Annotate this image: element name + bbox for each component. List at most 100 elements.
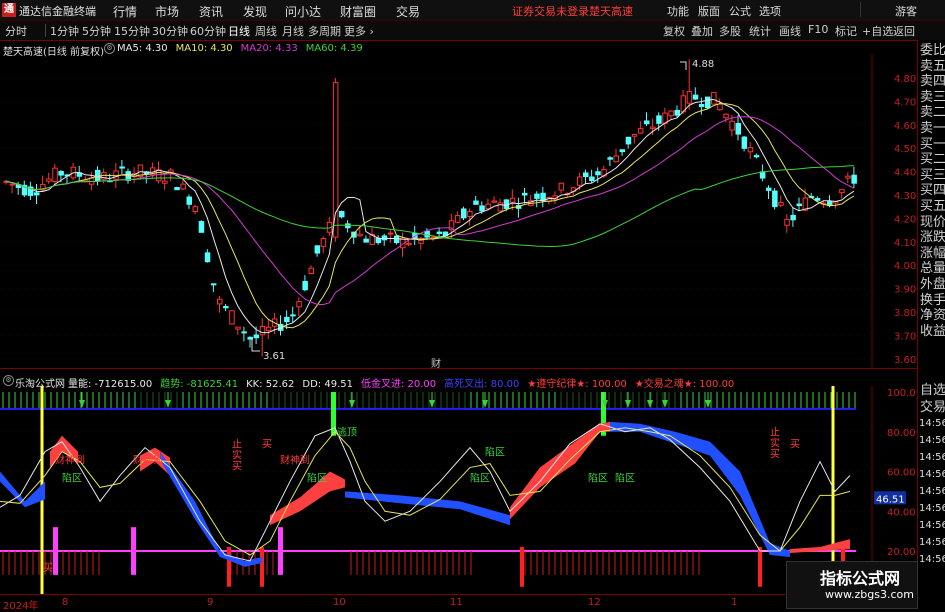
candle-body — [192, 206, 199, 213]
btn-f10[interactable]: F10 — [808, 23, 828, 36]
quote-field-1[interactable]: 卖五 — [920, 59, 945, 74]
quote-field-0[interactable]: 委比 — [920, 43, 945, 58]
candle-body — [345, 223, 351, 229]
period-toolbar: 分时 1分钟 5分钟 15分钟 30分钟 60分钟 日线 周线 月线 多周期 更… — [0, 21, 945, 41]
price-tick-label: 4.40 — [894, 168, 916, 179]
candle-body — [534, 193, 540, 199]
candle-body — [217, 298, 223, 305]
quote-field-12[interactable]: 涨跌 — [920, 230, 945, 245]
ma-values: MA5: 4.30 MA10: 4.30 MA20: 4.33 MA60: 4.39 — [117, 43, 371, 54]
menu-gongshi[interactable]: 公式 — [729, 3, 751, 19]
price-tick-label: 3.60 — [894, 355, 916, 366]
indicator-tick-label: 100.0 — [887, 388, 916, 399]
candle-body — [406, 242, 412, 246]
quote-field-13[interactable]: 涨幅 — [920, 246, 945, 261]
quote-field-6[interactable]: 买一 — [920, 137, 945, 152]
login-warning[interactable]: 证券交易未登录 — [512, 3, 589, 19]
btn-huaxian[interactable]: 画线 — [779, 23, 801, 39]
candle-body — [637, 128, 644, 134]
period-fenshi[interactable]: 分时 — [5, 23, 27, 39]
candle-body — [784, 218, 790, 226]
separator — [45, 24, 46, 37]
period-1min[interactable]: 1分钟 — [50, 23, 79, 39]
quote-field-3[interactable]: 卖三 — [920, 90, 945, 105]
quote-field-9[interactable]: 买四 — [920, 183, 945, 198]
candle-body — [259, 325, 266, 336]
quote-field-17[interactable]: 净资 — [920, 308, 945, 323]
quote-field-15[interactable]: 外盘 — [920, 277, 945, 292]
candle-body — [698, 103, 705, 107]
settings-gear-icon[interactable]: ⚙ — [104, 43, 115, 54]
app-logo: 通 — [2, 3, 16, 17]
quote-field-2[interactable]: 卖四 — [920, 74, 945, 89]
period-multi[interactable]: 多周期 — [308, 23, 341, 39]
indicator-annotation: 陷区 — [485, 446, 505, 459]
candle-body — [631, 133, 638, 137]
btn-duogu[interactable]: 多股 — [719, 23, 741, 39]
side-tab-1[interactable]: 交易 — [920, 400, 945, 415]
candle-body — [497, 202, 504, 212]
period-more[interactable]: 更多 › — [344, 23, 374, 39]
indicator-chart[interactable]: 100.080.0060.0040.0020.0046.51财神到 财神到 财神到陷… — [0, 386, 917, 594]
settings-gear-icon[interactable]: ⚙ — [3, 375, 14, 386]
menu-shichang[interactable]: 市场 — [155, 3, 179, 20]
indicator-annotation: 财神到 — [280, 454, 310, 467]
menu-hangqing[interactable]: 行情 — [113, 3, 137, 20]
period-monthly[interactable]: 月线 — [282, 23, 304, 39]
period-daily[interactable]: 日线 — [228, 23, 250, 39]
quote-field-4[interactable]: 卖二 — [920, 105, 945, 120]
candle-body — [485, 203, 491, 210]
btn-add-watchlist[interactable]: +自选 — [862, 23, 893, 39]
candlestick-chart[interactable]: 4.80 4.70 4.60 4.50 4.40 4.30 4.20 4.10 4.00 3.90… — [0, 54, 917, 368]
candle-body — [668, 110, 674, 117]
period-weekly[interactable]: 周线 — [255, 23, 277, 39]
candle-body — [95, 169, 101, 182]
period-30min[interactable]: 30分钟 — [152, 23, 188, 39]
indicator-annotation: 财神到 — [55, 454, 85, 467]
quote-field-11[interactable]: 现价 — [920, 215, 945, 230]
low-label: 3.61 — [263, 351, 285, 362]
quote-field-7[interactable]: 买二 — [920, 152, 945, 167]
candle-body — [290, 314, 296, 317]
candle-body — [772, 190, 778, 208]
quote-field-14[interactable]: 总量 — [920, 261, 945, 276]
vertical-signal-label: 止 — [232, 439, 242, 451]
btn-fuquan[interactable]: 复权 — [663, 23, 685, 39]
btn-diejia[interactable]: 叠加 — [691, 23, 713, 39]
quote-field-5[interactable]: 卖一 — [920, 121, 945, 136]
menu-zixun[interactable]: 资讯 — [199, 3, 223, 20]
candle-body — [58, 171, 64, 176]
price-tick-label: 4.50 — [894, 144, 916, 155]
candle-body — [467, 211, 473, 217]
user-label[interactable]: 游客 — [895, 3, 917, 19]
candle-body — [845, 175, 851, 179]
quote-field-8[interactable]: 买三 — [920, 168, 945, 183]
time-label-nov: 11 — [450, 597, 463, 608]
magenta-signal-bar — [53, 527, 58, 575]
candle-body — [162, 180, 168, 184]
btn-tongji[interactable]: 统计 — [749, 23, 771, 39]
quote-field-10[interactable]: 买五 — [920, 199, 945, 214]
menu-wenxiaoda[interactable]: 问小达 — [285, 3, 321, 20]
candle-body — [180, 183, 186, 190]
quote-field-16[interactable]: 换手 — [920, 293, 945, 308]
menu-caifuquan[interactable]: 财富圈 — [340, 3, 376, 20]
time-label-year: 2024年 — [3, 601, 39, 612]
menu-faxian[interactable]: 发现 — [243, 3, 267, 20]
menu-jiaoyi[interactable]: 交易 — [396, 3, 420, 20]
candle-body — [839, 189, 845, 194]
menu-banmian[interactable]: 版面 — [698, 3, 720, 19]
period-5min[interactable]: 5分钟 — [82, 23, 111, 39]
quote-field-18[interactable]: 收益 — [920, 324, 945, 339]
candle-body — [436, 231, 443, 234]
candle-body — [296, 301, 302, 308]
menu-gongneng[interactable]: 功能 — [667, 3, 689, 19]
menu-xuanxiang[interactable]: 选项 — [759, 3, 781, 19]
btn-biaoji[interactable]: 标记 — [835, 23, 857, 39]
side-tab-0[interactable]: 自选 — [920, 383, 945, 398]
period-60min[interactable]: 60分钟 — [190, 23, 226, 39]
candle-body — [479, 205, 485, 212]
period-15min[interactable]: 15分钟 — [114, 23, 150, 39]
price-tick-label: 4.20 — [894, 214, 916, 225]
btn-back[interactable]: 返回 — [893, 23, 915, 39]
